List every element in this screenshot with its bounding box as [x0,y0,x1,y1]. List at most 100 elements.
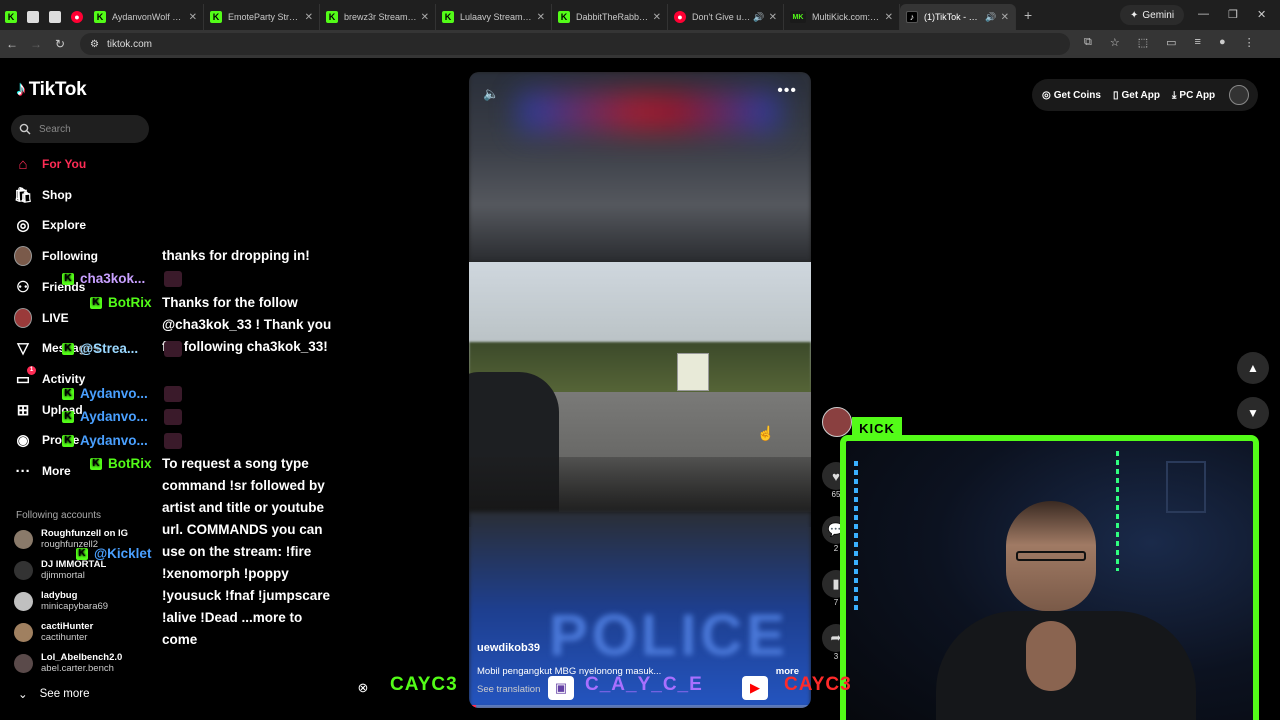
tab-title: Lulaavy Stream - W [460,12,533,22]
account-handle: cactihunter [41,632,88,643]
reload-icon[interactable]: ↻ [48,37,72,51]
nav-item-for-you[interactable]: ⌂ For You [14,155,86,173]
close-tab-icon[interactable]: ✕ [653,12,661,23]
kick-icon: K [62,435,74,447]
search-input[interactable]: Search [11,115,149,143]
close-tab-icon[interactable]: ✕ [885,12,893,23]
video-progress-bar[interactable] [469,705,811,708]
browser-tab[interactable]: ● Don't Give up t 🔊 ✕ [668,4,784,30]
install-icon[interactable]: ⧉ [1084,36,1092,49]
download-icon: ⤓ [1172,89,1177,101]
chevron-up-icon: ▲ [1247,361,1259,375]
get-app-button[interactable]: ▯ Get App [1113,90,1160,101]
speaker-icon[interactable]: 🔊 [985,12,996,23]
close-tab-icon[interactable]: ✕ [305,12,313,23]
close-tab-icon[interactable]: ✕ [1001,12,1009,23]
profile-icon[interactable]: ● [1219,36,1226,49]
pc-app-label: PC App [1179,89,1216,101]
browser-tab[interactable]: K EmoteParty Stream ✕ [204,4,320,30]
next-video-button[interactable]: ▼ [1237,397,1269,429]
shop-icon: 🛍 [13,186,33,204]
live-icon [14,307,32,328]
video-progress-fill [469,705,476,708]
sparkle-icon: ✦ [1130,9,1139,21]
close-tab-icon[interactable]: ✕ [189,12,197,23]
browser-menu-icon[interactable]: ⋮ [1244,36,1255,49]
browser-tab[interactable]: ● [66,4,88,30]
browser-tab[interactable]: Kbrewz3r Stream - W ✕ [320,4,436,30]
chevron-down-icon: ⌄ [18,689,28,701]
window-close-icon[interactable]: ✕ [1257,8,1266,21]
tiktok-logo[interactable]: ♪ TikTok [16,78,87,101]
kick-favicon-icon: K [442,11,454,23]
nav-item-following[interactable]: Following [14,246,98,267]
nav-item-live[interactable]: LIVE [14,307,69,328]
video-player[interactable]: POLICE 🔈 ••• uewdikob39 Mobil pengangkut… [469,72,811,708]
account-name: cactiHunter [41,621,94,632]
back-icon[interactable]: ← [0,37,24,51]
avatar [14,529,33,549]
tab-title: Don't Give up t [692,12,751,22]
chat-user-name: Aydanvo... [80,433,148,448]
chat-user-name: @Strea... [80,341,139,356]
nav-item-shop[interactable]: 🛍 Shop [13,186,72,204]
minimize-icon[interactable]: — [1198,8,1209,20]
nav-item-explore[interactable]: ◎ Explore [14,216,86,234]
chat-username: K BotRix [90,453,152,475]
following-account[interactable]: ladybug minicapybara69 [14,590,108,612]
speaker-icon[interactable]: 🔊 [753,12,764,23]
following-account[interactable]: Lol_Abelbench2.0 abel.carter.bench [14,652,122,674]
get-coins-button[interactable]: ◎ Get Coins [1042,90,1101,101]
creator-avatar[interactable] [822,407,852,437]
compass-icon: ◎ [16,217,30,235]
chat-username: K Aydanvo... [62,406,148,428]
kick-icon: K [76,548,88,560]
video-author[interactable]: uewdikob39 [477,642,540,654]
browser-tab[interactable]: MK MultiKick.com: Wat ✕ [784,4,900,30]
nav-item-more[interactable]: ··· More [14,462,71,480]
browser-tab[interactable]: K Lulaavy Stream - W ✕ [436,4,552,30]
gemini-button[interactable]: ✦ Gemini [1120,5,1185,25]
sound-icon[interactable]: 🔈 [483,86,499,102]
see-more-button[interactable]: ⌄ See more [18,687,90,701]
forward-icon[interactable]: → [24,37,48,51]
user-avatar[interactable] [1229,85,1250,105]
browser-tab[interactable]: K [0,4,22,30]
get-coins-label: Get Coins [1053,89,1101,101]
browser-tab[interactable] [22,4,44,30]
action-count: 3 [833,652,839,661]
bookmark-star-icon[interactable]: ☆ [1110,36,1120,49]
search-icon [19,123,31,135]
previous-video-button[interactable]: ▲ [1237,352,1269,384]
close-tab-icon[interactable]: ✕ [537,12,545,23]
see-translation-button[interactable]: See translation [477,684,540,695]
chat-username: K Aydanvo... [62,383,148,405]
browser-tab[interactable] [44,4,66,30]
site-info-icon[interactable]: ⚙ [90,39,99,50]
browser-tab[interactable]: ♪ (1)TikTok - Mak 🔊 ✕ [900,4,1016,30]
new-tab-icon[interactable]: + [1024,7,1032,23]
close-tab-icon[interactable]: ✕ [769,12,777,23]
kick-icon: K [62,411,74,423]
media-control-icon[interactable]: ≡ [1195,36,1201,49]
extensions-icon[interactable]: ⬚ [1138,36,1148,49]
pc-app-button[interactable]: ⤓ PC App [1172,90,1215,101]
close-tab-icon[interactable]: ✕ [421,12,429,23]
more-options-icon[interactable]: ••• [777,82,797,100]
webcam-hand [1026,621,1076,691]
restore-icon[interactable]: ❐ [1228,8,1238,21]
url-field[interactable]: ⚙ tiktok.com [80,33,1070,55]
browser-tab[interactable]: K AydanvonWolf Stre ✕ [88,4,204,30]
browser-tab[interactable]: K DabbitTheRabbit St ✕ [552,4,668,30]
webcam-led-right [1116,451,1119,571]
overlay-handle-youtube: CAYC3 [784,674,852,695]
chat-username: K @Kicklet [76,543,151,565]
following-account[interactable]: cactiHunter cactihunter [14,621,93,643]
mouse-cursor-icon: ☝ [757,425,775,441]
chat-username: K BotRix [90,292,152,314]
nav-avatar [14,246,32,267]
split-view-icon[interactable]: ▭ [1166,36,1176,49]
nav-label: Shop [42,187,72,202]
account-handle: abel.carter.bench [41,663,114,674]
youtube-favicon-icon: ● [71,11,83,23]
